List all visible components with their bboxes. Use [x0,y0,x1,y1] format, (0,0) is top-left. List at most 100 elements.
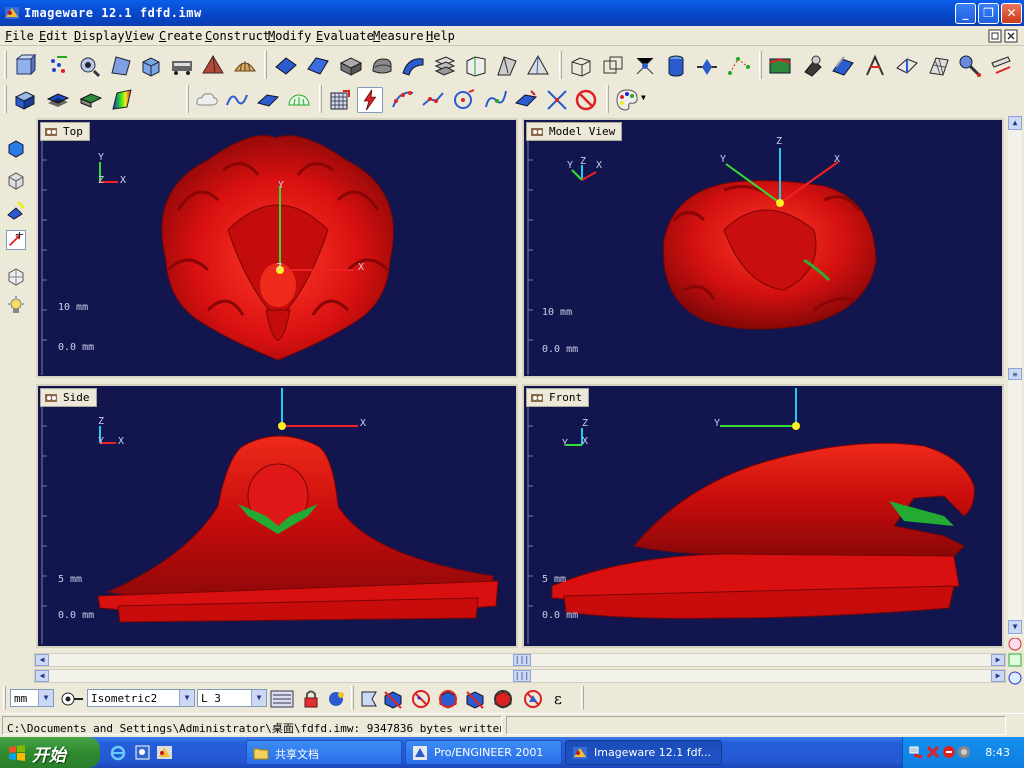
menu-help[interactable]: Help [426,29,455,43]
lock-icon[interactable] [300,689,322,709]
chevron-down-icon[interactable]: ▼ [251,690,266,706]
viewport-menu-icon[interactable] [44,125,58,139]
sphere-probe-icon[interactable] [957,53,983,79]
grid-select-icon[interactable] [327,87,353,113]
color-map-icon[interactable] [109,87,135,113]
menu-file[interactable]: File [5,29,34,43]
quicklaunch-app-icon[interactable] [134,744,151,761]
toolbar-grip[interactable] [351,686,354,710]
menu-display[interactable]: Display [74,29,125,43]
offset-surface-icon[interactable] [830,53,856,79]
scroll-right-button[interactable]: ▶ [991,670,1005,682]
toolbar-grip[interactable] [264,51,267,79]
cross-cut-icon[interactable] [544,87,570,113]
menu-edit[interactable]: Edit [39,29,68,43]
patch-icon[interactable] [894,53,920,79]
viewport-model[interactable]: Y Z X Y Z X 10 mm 0.0 mm Model View [522,118,1004,378]
zoom-controls-icon[interactable] [1008,638,1022,686]
viewport-front[interactable]: Z Y X Y 5 mm 0.0 mm Front [522,384,1004,648]
toolbar-grip[interactable] [759,51,762,79]
pen-measure-icon[interactable] [988,53,1014,79]
new-file-icon[interactable] [12,53,38,79]
scroll-thumb[interactable]: ||| [513,654,531,666]
viewport-label-front[interactable]: Front [526,388,590,407]
pick-arrow-icon[interactable] [7,231,25,249]
taskbar-item-shared-docs[interactable]: 共享文档 [246,740,402,765]
scroll-thumb[interactable]: ≡ [1008,368,1022,380]
units-select[interactable]: mm ▼ [10,689,54,707]
pyramid-icon[interactable] [200,53,226,79]
tool-icon[interactable] [800,53,826,79]
box-outline-icon[interactable] [463,53,489,79]
solid-block-icon[interactable] [12,87,38,113]
toolbar-grip[interactable] [319,85,322,113]
speaker-icon[interactable] [957,745,971,759]
solid-shade-icon[interactable] [6,138,26,158]
grid-surface-icon[interactable] [926,53,952,79]
wire-cube-icon[interactable] [600,53,626,79]
scroll-up-button[interactable]: ▲ [1008,116,1022,130]
shell-icon[interactable] [232,53,258,79]
lightning-icon[interactable] [358,88,382,112]
viewport-menu-icon[interactable] [530,391,544,405]
surface-patch-icon[interactable] [255,87,281,113]
node-network-icon[interactable] [632,53,658,79]
horizontal-scrollbar-1[interactable]: ◀ ||| ▶ [34,653,1006,667]
viewport-side[interactable]: Z Y X X 5 mm 0.0 mm Side [36,384,518,648]
active-tool-frame[interactable] [357,87,383,113]
trim-icon[interactable] [862,53,888,79]
epsilon-icon[interactable]: ε [554,690,562,708]
scroll-left-button[interactable]: ◀ [35,670,49,682]
scan-icon[interactable] [76,53,102,79]
viewport-label-top[interactable]: Top [40,122,90,141]
viewport-label-model[interactable]: Model View [526,122,623,141]
toolbar-grip[interactable] [559,51,562,79]
restore-button[interactable]: ❐ [978,3,999,24]
security-icon[interactable] [942,745,956,759]
import-points-icon[interactable] [45,53,71,79]
start-button[interactable]: 开始 [0,737,100,768]
curved-surface-icon[interactable] [400,53,426,79]
tetra-icon[interactable] [525,53,551,79]
vertical-scrollbar[interactable]: ▲ ≡ ▼ [1008,116,1022,636]
toolbar-grip[interactable] [4,51,7,79]
section-plane-icon[interactable] [694,53,720,79]
toolbar-grip[interactable] [3,686,6,710]
taskbar-item-proengineer[interactable]: Pro/ENGINEER 2001 [405,740,562,765]
gray-shade-icon[interactable] [6,170,26,190]
network-icon[interactable] [909,745,923,759]
no-curves-icon[interactable] [437,689,459,709]
viewport-menu-icon[interactable] [530,125,544,139]
no-surfaces-icon[interactable] [464,689,486,709]
wire-box-icon[interactable] [568,53,594,79]
circle-fit-icon[interactable] [451,87,477,113]
no-scans-icon[interactable] [492,689,514,709]
menu-view[interactable]: View [125,29,154,43]
minimize-button[interactable]: _ [955,3,976,24]
palette-dropdown-icon[interactable]: ▼ [641,93,646,102]
plane-icon[interactable] [273,53,299,79]
layers-icon[interactable] [432,53,458,79]
lightbulb-icon[interactable] [6,296,26,316]
scroll-left-button[interactable]: ◀ [35,654,49,666]
surface-plane-icon[interactable] [305,53,331,79]
stack-sheets-icon[interactable] [45,87,71,113]
scroll-thumb[interactable]: ||| [513,670,531,682]
antivirus-icon[interactable] [926,745,940,759]
blue-wrench-icon[interactable] [6,200,26,220]
cylinder-icon[interactable] [663,53,689,79]
pick-tool-frame[interactable] [6,230,26,250]
open-shape-icon[interactable] [108,53,134,79]
filter-cube-icon[interactable] [382,689,404,709]
protractor-icon[interactable] [286,87,312,113]
truck-icon[interactable] [169,53,195,79]
book-icon[interactable] [78,87,104,113]
menu-create[interactable]: Create [159,29,202,43]
menu-construct[interactable]: Construct [205,29,270,43]
chevron-down-icon[interactable]: ▼ [38,690,53,706]
toolbar-grip[interactable] [581,686,584,710]
green-surface-icon[interactable] [767,53,793,79]
flag-icon[interactable] [358,689,380,709]
toolbar-grip[interactable] [606,85,609,113]
viewport-menu-icon[interactable] [44,391,58,405]
